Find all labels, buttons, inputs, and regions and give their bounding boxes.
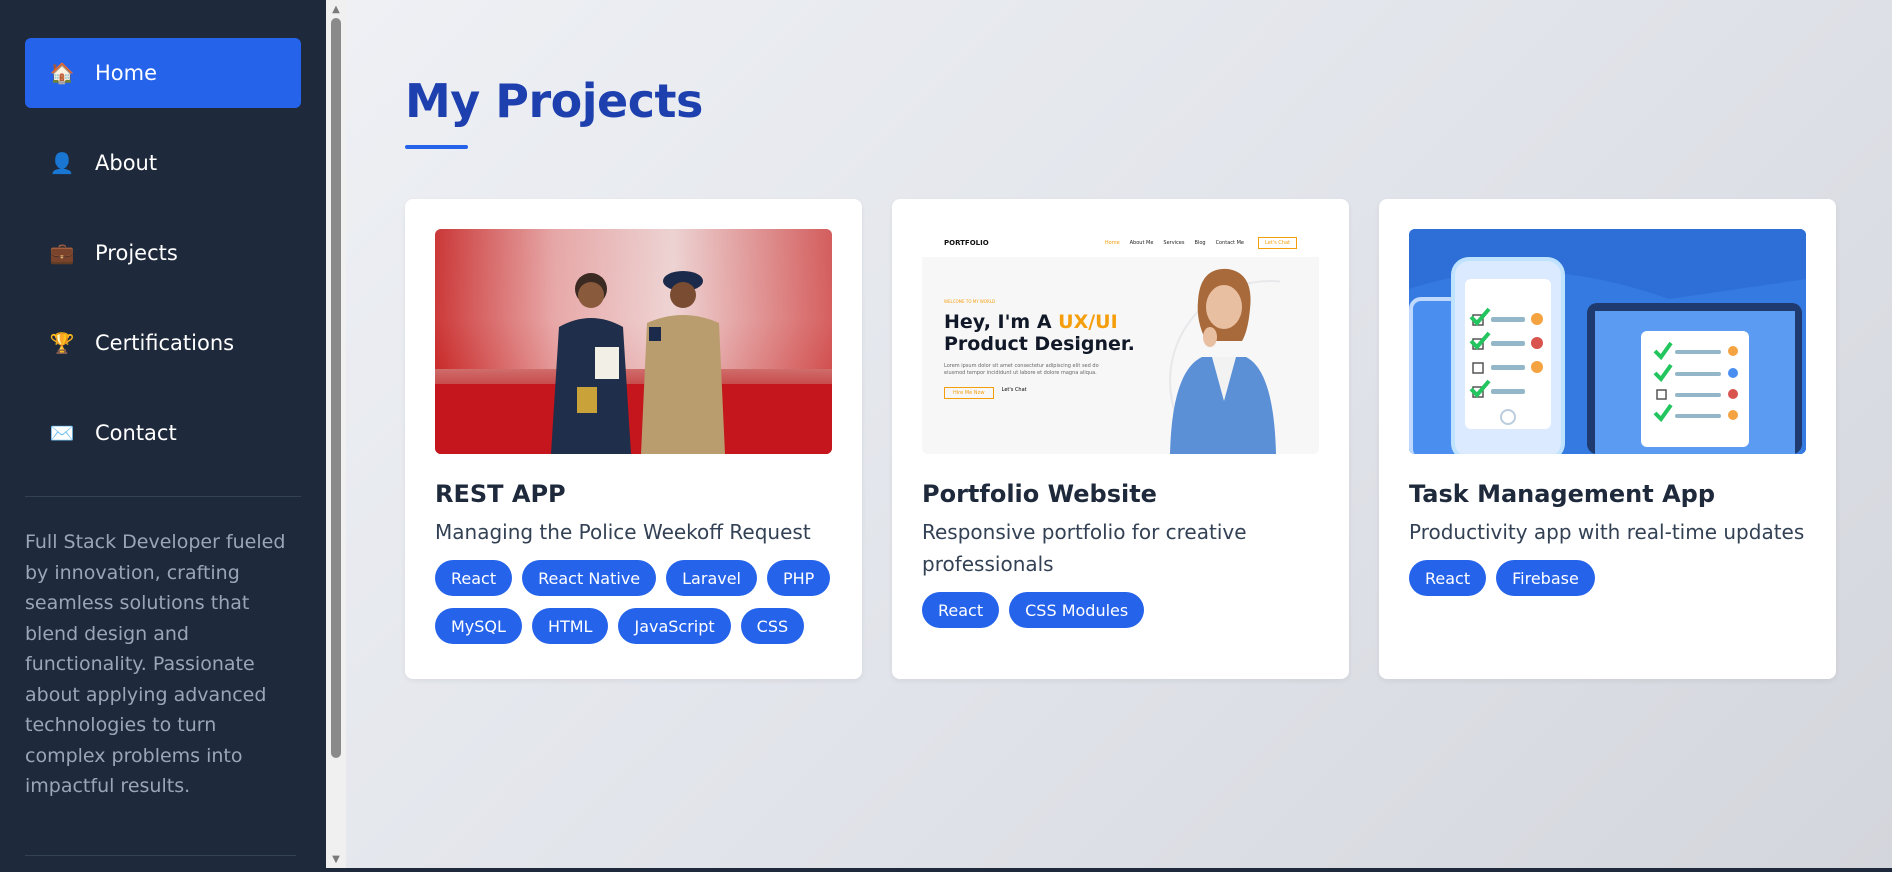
project-image-rest-app [435, 229, 832, 454]
envelope-icon: ✉️ [49, 421, 75, 445]
person-icon: 👤 [49, 151, 75, 175]
nav-item-contact[interactable]: ✉️ Contact [25, 398, 301, 468]
project-cards: REST APP Managing the Police Weekoff Req… [405, 199, 1836, 679]
nav-item-home[interactable]: 🏠 Home [25, 38, 301, 108]
nav-label-home: Home [95, 61, 158, 85]
preview-cta: Let's Chat [1258, 237, 1297, 249]
project-description: Managing the Police Weekoff Request [435, 520, 811, 544]
preview-link: Home [1104, 240, 1120, 246]
tag[interactable]: MySQL [435, 608, 522, 644]
bottom-strip [0, 868, 1892, 872]
scroll-down-arrow-icon[interactable]: ▼ [326, 850, 346, 868]
scroll-up-arrow-icon[interactable]: ▲ [326, 0, 346, 18]
project-tags: React Firebase [1409, 560, 1806, 596]
nav-label-about: About [95, 151, 158, 175]
nav-label-projects: Projects [95, 241, 178, 265]
sidebar-scrollbar[interactable]: ▲ ▼ [326, 0, 346, 868]
project-card-rest-app[interactable]: REST APP Managing the Police Weekoff Req… [405, 199, 862, 679]
tag[interactable]: Firebase [1496, 560, 1595, 596]
preview-logo: PORTFOLIO [944, 239, 989, 247]
sidebar-bio: Full Stack Developer fueled by innovatio… [25, 531, 286, 797]
page-title: My Projects [405, 74, 703, 128]
tag[interactable]: React Native [522, 560, 657, 596]
tag[interactable]: React [1409, 560, 1487, 596]
sidebar-divider [25, 496, 301, 497]
nav-item-projects[interactable]: 💼 Projects [25, 218, 301, 288]
preview-link: About Me [1129, 240, 1154, 246]
project-tags: React CSS Modules [922, 592, 1319, 628]
nav-item-about[interactable]: 👤 About [25, 128, 301, 198]
preview-nav: PORTFOLIO Home About Me Services Blog Co… [922, 229, 1319, 257]
tag[interactable]: React [435, 560, 513, 596]
scroll-thumb[interactable] [331, 18, 341, 758]
tag[interactable]: CSS Modules [1009, 592, 1145, 628]
tag[interactable]: JavaScript [618, 608, 731, 644]
project-image-task-management-app [1409, 229, 1806, 454]
main-content: My Projects REST APP Managing the Police… [346, 0, 1892, 868]
tag[interactable]: PHP [767, 560, 831, 596]
trophy-icon: 🏆 [49, 331, 75, 355]
project-card-task-management-app[interactable]: Task Management App Productivity app wit… [1379, 199, 1836, 679]
project-title: REST APP [435, 480, 566, 508]
tag[interactable]: HTML [531, 608, 609, 644]
preview-headline-2: Product Designer. [944, 333, 1135, 355]
preview-headline-1: Hey, I'm A [944, 311, 1059, 333]
sidebar: 🏠 Home 👤 About 💼 Projects 🏆 Certificatio… [0, 0, 326, 872]
nav-item-certifications[interactable]: 🏆 Certifications [25, 308, 301, 378]
preview-link: Services [1163, 240, 1185, 246]
preview-hero: WELCOME TO MY WORLD Hey, I'm A UX/UI Pro… [944, 299, 1135, 399]
preview-link: Contact Me [1215, 240, 1244, 246]
project-description: Productivity app with real-time updates [1409, 520, 1805, 544]
project-title: Task Management App [1409, 480, 1716, 508]
project-tags: React React Native Laravel PHP MySQL HTM… [435, 560, 832, 644]
preview-welcome: WELCOME TO MY WORLD [944, 299, 996, 304]
nav-label-certifications: Certifications [95, 331, 235, 355]
preview-button-1: Hire Me Now [944, 387, 994, 399]
preview-headline-accent: UX/UI [1058, 311, 1118, 333]
project-image-portfolio-website: PORTFOLIO Home About Me Services Blog Co… [922, 229, 1319, 454]
sidebar-divider-bottom [25, 855, 296, 856]
tag[interactable]: React [922, 592, 1000, 628]
briefcase-icon: 💼 [49, 241, 75, 265]
title-underline [405, 145, 468, 149]
preview-button-2: Let's Chat [1001, 387, 1027, 393]
nav-label-contact: Contact [95, 421, 177, 445]
project-title: Portfolio Website [922, 480, 1157, 508]
project-description: Responsive portfolio for creative profes… [922, 520, 1247, 576]
preview-link: Blog [1194, 240, 1206, 246]
house-icon: 🏠 [49, 61, 75, 85]
tag[interactable]: CSS [740, 608, 805, 644]
project-card-portfolio-website[interactable]: PORTFOLIO Home About Me Services Blog Co… [892, 199, 1349, 679]
tag[interactable]: Laravel [666, 560, 757, 596]
